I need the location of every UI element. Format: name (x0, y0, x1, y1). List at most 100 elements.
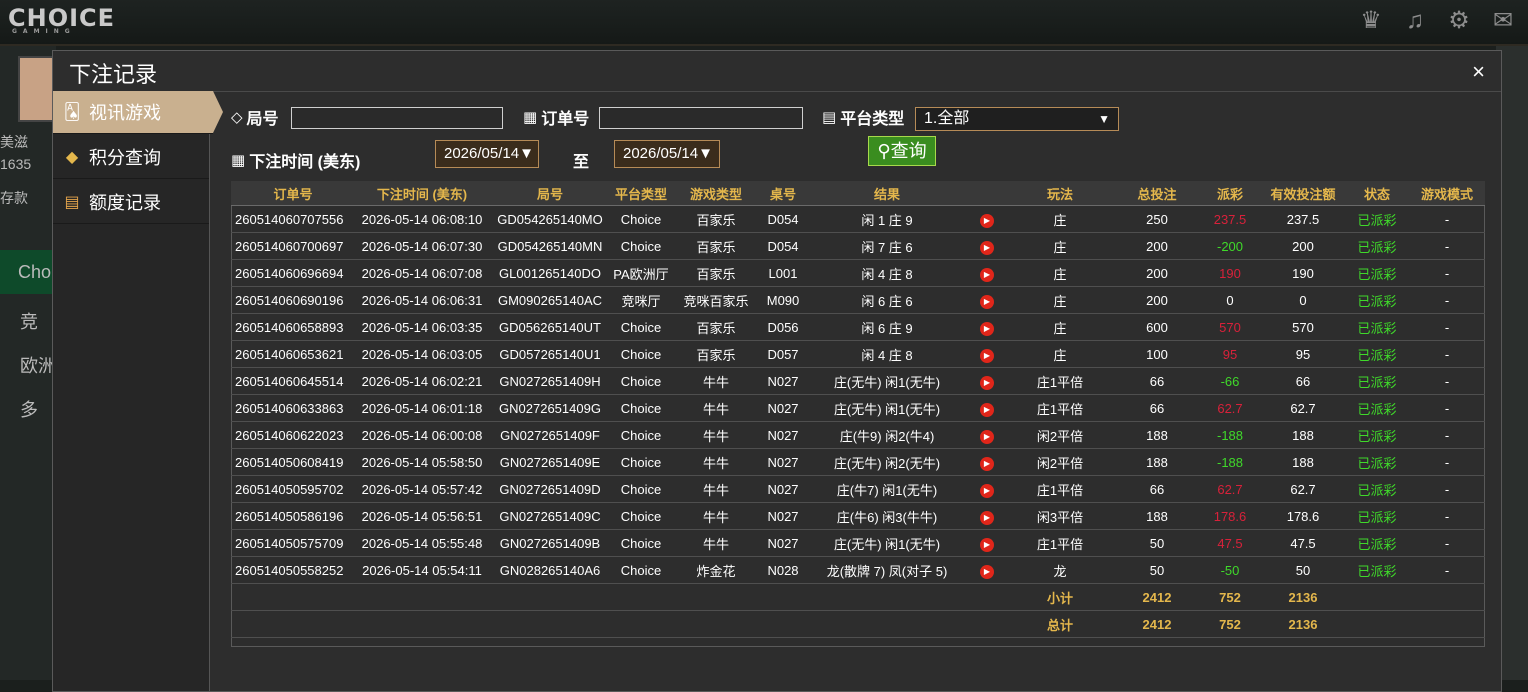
cell-replay[interactable]: ▶ (969, 394, 1005, 422)
table-row: 260514060690196 2026-05-14 06:06:31 GM0902… (231, 286, 1485, 314)
cell-total-bet: 2412 (1115, 610, 1199, 638)
nav-item-points-query[interactable]: ◆ 积分查询 (53, 136, 209, 179)
platform-select[interactable]: 1.全部 ▼ (915, 107, 1119, 131)
gear-icon[interactable]: ⚙ (1444, 6, 1474, 36)
cell-bet-time (355, 610, 489, 638)
cell-game-mode: - (1409, 340, 1485, 368)
cell-payout: 62.7 (1199, 394, 1261, 422)
replay-icon[interactable]: ▶ (980, 429, 994, 444)
cell-valid-bet: 188 (1261, 421, 1345, 449)
cell-replay[interactable]: ▶ (969, 475, 1005, 503)
order-input[interactable] (599, 107, 803, 129)
date-from-input[interactable]: 2026/05/14▼ (435, 140, 539, 168)
logo[interactable]: CHOICE GAMING (8, 4, 115, 35)
cell-platform: Choice (611, 448, 671, 476)
replay-icon[interactable]: ▶ (980, 483, 994, 498)
cell-replay[interactable]: ▶ (969, 502, 1005, 530)
replay-icon[interactable]: ▶ (980, 213, 994, 228)
cell-total-bet: 100 (1115, 340, 1199, 368)
cell-status: 已派彩 (1345, 502, 1409, 530)
cell-bet-time: 2026-05-14 05:57:42 (355, 475, 489, 503)
cell-round: GN0272651409G (489, 394, 611, 422)
chevron-down-icon: ▼ (1098, 112, 1110, 126)
table-row: 260514060622023 2026-05-14 06:00:08 GN0272… (231, 421, 1485, 449)
cell-game-mode (1409, 610, 1485, 638)
cell-order-no: 260514050595702 (231, 475, 355, 503)
cell-valid-bet: 2136 (1261, 583, 1345, 611)
cell-valid-bet: 2136 (1261, 610, 1345, 638)
replay-icon[interactable]: ▶ (980, 456, 994, 471)
col-game-mode: 游戏模式 (1409, 181, 1485, 206)
replay-icon[interactable]: ▶ (980, 348, 994, 363)
replay-icon[interactable]: ▶ (980, 240, 994, 255)
cell-status (1345, 610, 1409, 638)
cell-total-bet: 50 (1115, 529, 1199, 557)
cell-replay[interactable]: ▶ (969, 286, 1005, 314)
cell-total-bet: 66 (1115, 394, 1199, 422)
cell-result: 闲 7 庄 6 (805, 232, 969, 260)
nav-item-live-games[interactable]: 🂡 视讯游戏 (53, 91, 223, 134)
replay-icon[interactable]: ▶ (980, 564, 994, 579)
cell-play-type: 庄1平倍 (1005, 529, 1115, 557)
cell-replay[interactable]: ▶ (969, 556, 1005, 584)
query-button[interactable]: ⚲查询 (868, 136, 936, 166)
cell-result: 庄(无牛) 闲1(无牛) (805, 394, 969, 422)
cell-bet-time: 2026-05-14 05:58:50 (355, 448, 489, 476)
replay-icon[interactable]: ▶ (980, 267, 994, 282)
replay-icon[interactable]: ▶ (980, 402, 994, 417)
date-to-input[interactable]: 2026/05/14▼ (614, 140, 720, 168)
replay-icon[interactable]: ▶ (980, 510, 994, 525)
cell-replay[interactable]: ▶ (969, 313, 1005, 341)
vip-icon[interactable]: ♛ (1356, 6, 1386, 36)
cell-replay[interactable]: ▶ (969, 340, 1005, 368)
cell-replay[interactable]: ▶ (969, 205, 1005, 233)
round-input[interactable] (291, 107, 503, 129)
cell-table-no: N027 (761, 475, 805, 503)
cell-game-mode: - (1409, 259, 1485, 287)
col-play-type: 玩法 (1005, 181, 1115, 206)
col-status: 状态 (1345, 181, 1409, 206)
cell-round: GM090265140AC (489, 286, 611, 314)
cell-table-no: D056 (761, 313, 805, 341)
nav-item-credit-record[interactable]: ▤ 额度记录 (53, 181, 209, 224)
cell-result: 庄(无牛) 闲1(无牛) (805, 367, 969, 395)
cell-table-no: N027 (761, 529, 805, 557)
cell-total-bet: 188 (1115, 448, 1199, 476)
cell-bet-time: 2026-05-14 05:56:51 (355, 502, 489, 530)
cell-game-type: 百家乐 (671, 232, 761, 260)
cell-bet-time: 2026-05-14 06:03:05 (355, 340, 489, 368)
list-icon: ▤ (822, 109, 837, 126)
chat-icon[interactable]: ✉ (1488, 6, 1518, 36)
cell-replay[interactable]: ▶ (969, 448, 1005, 476)
platform-filter-label: ▤ 平台类型 (822, 109, 905, 128)
cell-replay[interactable]: ▶ (969, 232, 1005, 260)
cell-result: 闲 4 庄 8 (805, 259, 969, 287)
replay-icon[interactable]: ▶ (980, 375, 994, 390)
cell-platform (611, 610, 671, 638)
cell-payout: -66 (1199, 367, 1261, 395)
cell-replay[interactable]: ▶ (969, 367, 1005, 395)
cell-order-no: 260514060700697 (231, 232, 355, 260)
cell-game-mode: - (1409, 475, 1485, 503)
close-icon[interactable]: × (1472, 61, 1485, 83)
cell-order-no: 260514050586196 (231, 502, 355, 530)
replay-icon[interactable]: ▶ (980, 321, 994, 336)
time-filter-label: ▦ 下注时间 (美东) (231, 152, 361, 171)
replay-icon[interactable]: ▶ (980, 294, 994, 309)
cell-status: 已派彩 (1345, 529, 1409, 557)
cell-replay[interactable]: ▶ (969, 259, 1005, 287)
cell-bet-time: 2026-05-14 06:07:08 (355, 259, 489, 287)
cell-status: 已派彩 (1345, 232, 1409, 260)
subtotal-row: 小计 2412 752 2136 (231, 583, 1485, 611)
cell-table-no: N028 (761, 556, 805, 584)
replay-icon[interactable]: ▶ (980, 537, 994, 552)
music-icon[interactable]: ♫ (1400, 6, 1430, 36)
table-header-row: 订单号 下注时间 (美东) 局号 平台类型 游戏类型 桌号 结果 玩法 总投注 … (231, 181, 1485, 206)
cell-order-no: 260514060707556 (231, 205, 355, 233)
cell-status (1345, 583, 1409, 611)
cell-platform: PA欧洲厅 (611, 259, 671, 287)
cell-replay[interactable]: ▶ (969, 421, 1005, 449)
cell-status: 已派彩 (1345, 448, 1409, 476)
cell-replay[interactable]: ▶ (969, 529, 1005, 557)
bet-record-table: 订单号 下注时间 (美东) 局号 平台类型 游戏类型 桌号 结果 玩法 总投注 … (231, 181, 1485, 638)
